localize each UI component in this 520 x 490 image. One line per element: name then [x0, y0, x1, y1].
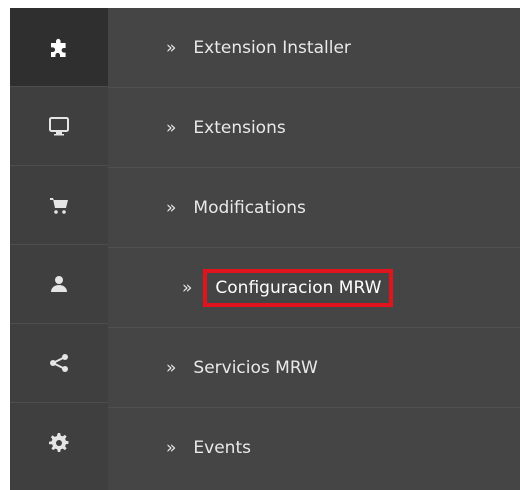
gear-icon [49, 432, 69, 452]
double-chevron-right-icon: » [166, 357, 176, 378]
double-chevron-right-icon: » [166, 197, 176, 218]
share-icon [50, 354, 68, 372]
icon-rail [10, 8, 108, 490]
puzzle-icon [51, 38, 66, 57]
menu-item-configuracion-mrw[interactable]: » Configuracion MRW [108, 248, 520, 328]
menu-item-label: Extension Installer [193, 37, 351, 58]
menu-item-label: Modifications [193, 197, 306, 218]
double-chevron-right-icon: » [166, 117, 176, 138]
menu-item-label: Servicios MRW [193, 357, 318, 378]
menu-item-extensions[interactable]: » Extensions [108, 88, 520, 168]
menu-item-servicios-mrw[interactable]: » Servicios MRW [108, 328, 520, 408]
rail-item-extensions[interactable] [10, 8, 108, 87]
rail-item-system[interactable] [10, 403, 108, 482]
rail-item-marketing[interactable] [10, 324, 108, 403]
admin-menu: » Extension Installer » Extensions » Mod… [10, 8, 520, 490]
rail-item-design[interactable] [10, 87, 108, 166]
menu-item-extension-installer[interactable]: » Extension Installer [108, 8, 520, 88]
rail-item-customers[interactable] [10, 245, 108, 324]
user-icon [51, 276, 67, 292]
menu-item-modifications[interactable]: » Modifications [108, 168, 520, 248]
menu-item-events[interactable]: » Events [108, 408, 520, 488]
highlighted-menu-label[interactable]: Configuracion MRW [203, 268, 394, 307]
extensions-submenu: » Extension Installer » Extensions » Mod… [108, 8, 520, 490]
menu-item-label: Events [193, 438, 251, 458]
rail-item-sales[interactable] [10, 166, 108, 245]
monitor-icon [49, 117, 69, 136]
double-chevron-right-icon: » [166, 438, 176, 458]
double-chevron-right-icon: » [166, 37, 176, 58]
menu-item-label: Extensions [193, 117, 286, 138]
cart-icon [50, 198, 68, 214]
double-chevron-right-icon: » [182, 277, 192, 298]
